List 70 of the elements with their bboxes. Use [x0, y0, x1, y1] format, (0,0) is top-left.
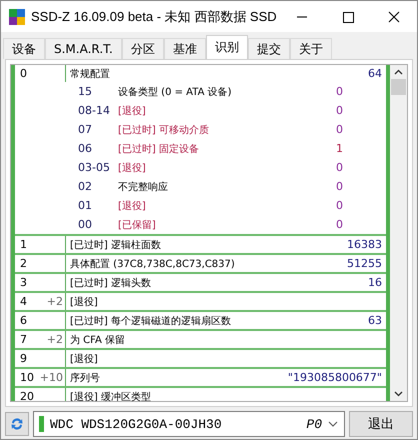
bit-label: [已过时] 固定设备	[118, 142, 200, 156]
bit-value: 0	[336, 123, 344, 136]
word-span: +10	[40, 371, 63, 384]
field-label: [退役] 缓冲区类型	[70, 390, 151, 401]
tab[interactable]: 设备	[3, 38, 45, 59]
field-value: 51255	[347, 257, 382, 270]
word-span: +2	[46, 333, 63, 346]
word-number: 20	[20, 390, 34, 401]
tab[interactable]: 基准	[164, 38, 206, 59]
field-label: 序列号	[70, 372, 100, 384]
drive-dropdown[interactable]: WDC WDS120G2G0A-00JH30 P0	[33, 411, 345, 437]
word-number: 4	[20, 295, 27, 308]
field-value: "193085800677"	[288, 371, 382, 384]
field-label: [退役]	[70, 296, 98, 308]
bit-number: 08-14	[77, 104, 111, 117]
field-label: [已过时] 逻辑头数	[70, 276, 151, 290]
bit-value: 0	[336, 85, 344, 98]
field-label: 为 CFA 保留	[70, 334, 126, 346]
field-value: 64	[368, 67, 382, 80]
tab[interactable]: 提交	[248, 38, 290, 59]
field-label: [退役]	[70, 352, 98, 366]
word-number: 6	[20, 314, 27, 327]
bit-number: 01	[77, 199, 93, 212]
tab[interactable]: 关于	[290, 38, 332, 59]
bit-label: [退役]	[118, 162, 147, 174]
scrollbar[interactable]	[390, 65, 407, 401]
window-title: SSD-Z 16.09.09 beta - 未知 西部数据 SSD	[31, 8, 278, 26]
word-number: 9	[20, 352, 27, 365]
word-number: 3	[20, 276, 27, 289]
bit-number: 00	[77, 218, 93, 231]
bit-label: 设备类型 (0 = ATA 设备)	[118, 86, 232, 98]
bit-label: 不完整响应	[118, 180, 169, 194]
bit-number: 03-05	[77, 161, 111, 174]
scroll-thumb[interactable]	[391, 79, 406, 95]
word-span: +2	[46, 295, 63, 308]
bit-label: [退役]	[118, 200, 147, 212]
bit-value: 0	[336, 199, 344, 212]
field-label: [已过时] 逻辑柱面数	[70, 238, 161, 252]
word-number: 10	[20, 371, 34, 384]
bit-number: 15	[77, 85, 93, 98]
bit-label: [已保留]	[118, 218, 157, 232]
refresh-icon	[9, 416, 25, 432]
bit-number: 06	[77, 142, 93, 155]
chevron-down-icon	[328, 421, 338, 427]
word-number: 2	[20, 257, 27, 270]
bit-value: 0	[336, 161, 344, 174]
bit-value: 0	[336, 180, 344, 193]
tab[interactable]: S.M.A.R.T.	[45, 38, 122, 59]
field-label: 具体配置 (37C8,738C,8C73,C837)	[70, 258, 235, 270]
field-label: 常规配置	[70, 68, 110, 80]
bit-number: 02	[77, 180, 93, 193]
bit-value: 0	[336, 218, 344, 231]
bit-label: [已过时] 可移动介质	[118, 124, 210, 136]
bit-value: 1	[336, 142, 344, 155]
refresh-button[interactable]	[5, 412, 29, 436]
tab[interactable]: 识别	[206, 35, 248, 59]
exit-button[interactable]: 退出	[349, 411, 413, 437]
bit-number: 07	[77, 123, 93, 136]
status-indicator	[39, 416, 44, 432]
field-value: 16	[368, 276, 382, 289]
field-label: [已过时] 每个逻辑磁道的逻辑扇区数	[70, 314, 231, 328]
field-value: 16383	[347, 238, 382, 251]
word-number: 1	[20, 238, 27, 251]
word-number: 0	[20, 67, 27, 80]
app-icon	[9, 8, 25, 24]
word-number: 7	[20, 333, 27, 346]
bit-label: [退役]	[118, 104, 147, 118]
bit-value: 0	[336, 104, 344, 117]
tab[interactable]: 分区	[122, 38, 164, 59]
field-value: 63	[368, 314, 382, 327]
